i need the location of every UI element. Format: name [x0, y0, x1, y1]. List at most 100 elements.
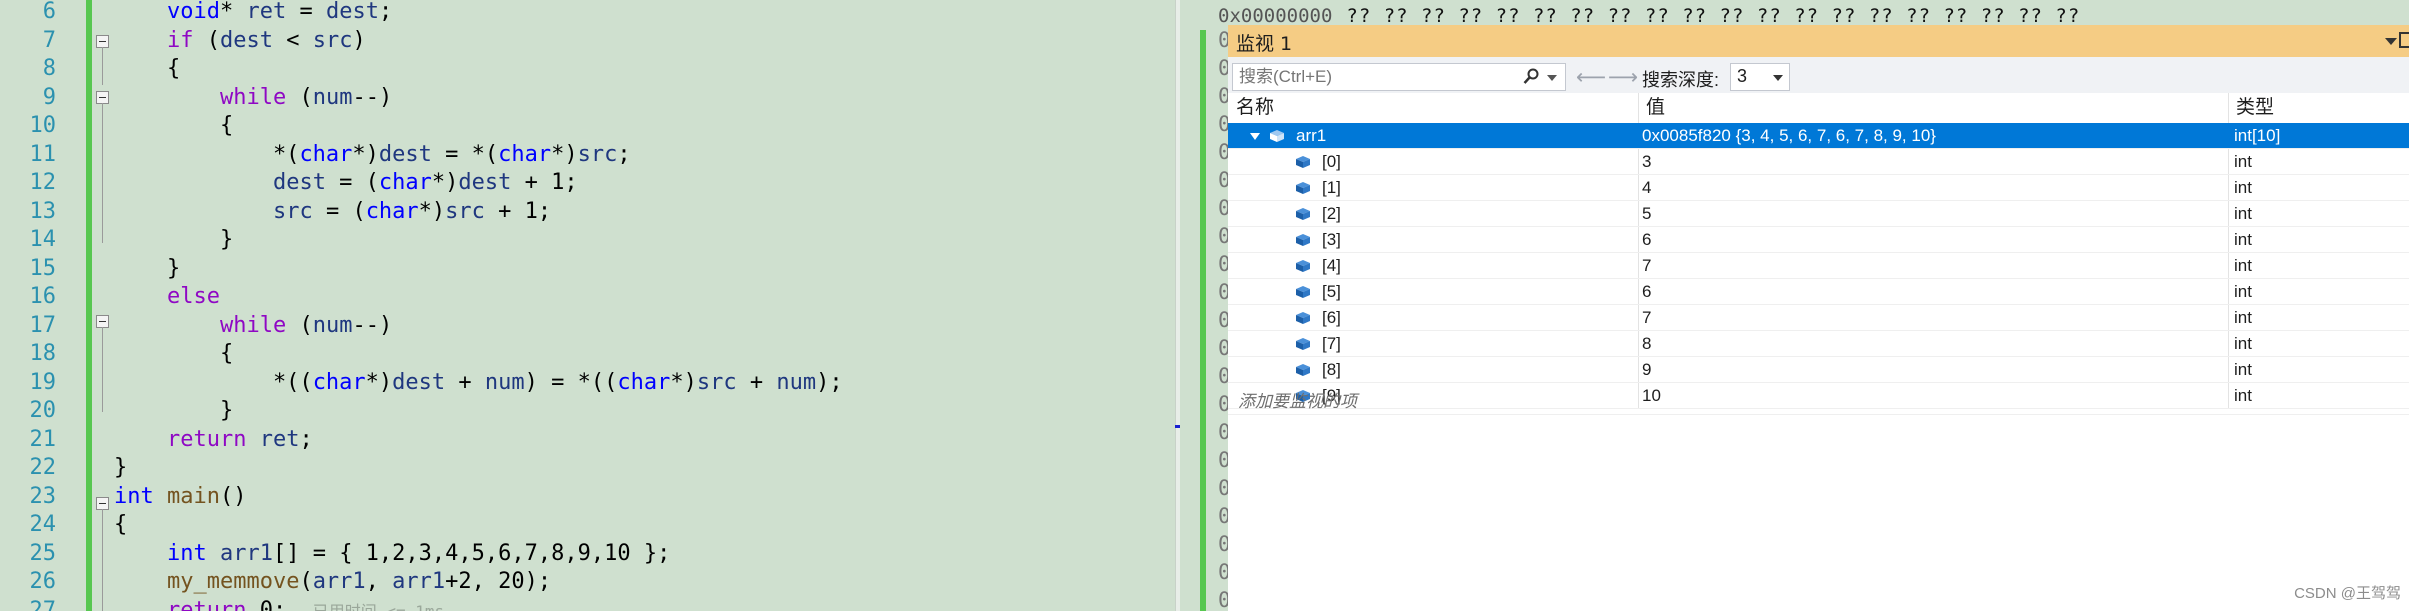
watch-cell-type: int: [2234, 282, 2252, 301]
search-options-dropdown-icon[interactable]: [1547, 75, 1557, 81]
chevron-down-icon[interactable]: [1773, 75, 1783, 81]
code-line[interactable]: void* ret = dest;: [114, 0, 392, 26]
line-number: 22: [29, 455, 57, 480]
fold-guide: [102, 47, 103, 85]
watch-cell-value[interactable]: 3: [1638, 149, 2232, 175]
watch-cell-type: int: [2234, 230, 2252, 249]
search-depth-label: 搜索深度:: [1642, 70, 1720, 90]
fold-guide: [102, 509, 103, 611]
code-line[interactable]: while (num--): [114, 312, 392, 340]
code-line[interactable]: }: [114, 255, 180, 283]
watch-grid[interactable]: 名称 值 类型 arr1 0x0085f820 {3, 4, 5, 6, 7, …: [1228, 93, 2409, 611]
code-line[interactable]: {: [114, 112, 233, 140]
watch-cell-name: [2]: [1322, 204, 1341, 223]
watch-cell-value[interactable]: 8: [1638, 331, 2232, 357]
memory-address: 0x00000000: [1218, 5, 1333, 27]
code-line[interactable]: return 0; 已用时间 <= 1ms: [114, 597, 444, 611]
code-line[interactable]: int arr1[] = { 1,2,3,4,5,6,7,8,9,10 };: [114, 540, 670, 568]
code-line[interactable]: }: [114, 226, 233, 254]
watch-cell-type: int: [2234, 204, 2252, 223]
watch-cell-name: [1]: [1322, 178, 1341, 197]
column-header-type[interactable]: 类型: [2228, 93, 2409, 123]
watch-cell-value[interactable]: 5: [1638, 201, 2232, 227]
code-line[interactable]: my_memmove(arr1, arr1+2, 20);: [114, 568, 551, 596]
code-line[interactable]: }: [114, 454, 127, 482]
watch-cell-value[interactable]: 7: [1638, 253, 2232, 279]
watch-cell-name: [0]: [1322, 152, 1341, 171]
watch-cell-type: int: [2234, 178, 2252, 197]
line-number: 23: [29, 483, 57, 509]
code-line[interactable]: }: [114, 397, 233, 425]
maximize-icon[interactable]: [2399, 32, 2409, 48]
watch-row-element[interactable]: [3] 6 int: [1228, 227, 2409, 253]
line-number: 21: [29, 426, 57, 452]
search-depth-value: 3: [1737, 66, 1748, 86]
search-previous-icon[interactable]: ⟵: [1576, 65, 1606, 89]
fold-guide: [102, 103, 103, 243]
column-header-name[interactable]: 名称: [1228, 93, 1638, 123]
code-line[interactable]: else: [114, 283, 220, 311]
editor-vertical-scrollbar[interactable]: [1175, 0, 1180, 611]
search-next-icon[interactable]: ⟶: [1608, 65, 1638, 89]
search-box[interactable]: [1232, 63, 1566, 91]
line-number: 13: [29, 198, 57, 224]
line-number: 27: [29, 597, 57, 611]
watch-cell-type: int[10]: [2234, 126, 2281, 145]
line-number: 9: [42, 84, 56, 110]
line-number: 12: [29, 170, 57, 195]
code-line[interactable]: {: [114, 340, 233, 368]
code-line[interactable]: *(char*)dest = *(char*)src;: [114, 141, 631, 169]
fold-guide: [102, 327, 103, 412]
add-watch-row[interactable]: 添加要监视的项: [1228, 389, 2409, 415]
column-header-value[interactable]: 值: [1638, 93, 2228, 123]
watch-row-arr1[interactable]: arr1 0x0085f820 {3, 4, 5, 6, 7, 6, 7, 8,…: [1228, 123, 2409, 149]
line-number-gutter: 6 7 8 9 10 11 12 13 14 15 16 17 18 19 20 21 22 23 24 25 26 27: [0, 0, 70, 611]
watch-cell-value[interactable]: 0x0085f820 {3, 4, 5, 6, 7, 6, 7, 8, 9, 1…: [1638, 123, 2232, 149]
memory-top-row: 0x00000000 ?? ?? ?? ?? ?? ?? ?? ?? ?? ?? …: [1218, 5, 2080, 27]
line-number: 17: [29, 312, 57, 338]
watch-cell-type: int: [2234, 360, 2252, 379]
search-icon[interactable]: [1523, 68, 1539, 86]
search-input[interactable]: [1237, 66, 1521, 88]
code-line[interactable]: {: [114, 55, 180, 83]
line-number: 8: [42, 56, 56, 81]
watch-row-element[interactable]: [1] 4 int: [1228, 175, 2409, 201]
code-line[interactable]: while (num--): [114, 84, 392, 112]
code-line[interactable]: dest = (char*)dest + 1;: [114, 169, 578, 197]
watch-cell-type: int: [2234, 256, 2252, 275]
scrollbar-caret-marker: [1175, 425, 1180, 428]
watch-cell-value[interactable]: 4: [1638, 175, 2232, 201]
add-watch-placeholder[interactable]: 添加要监视的项: [1228, 389, 1648, 415]
watch-row-element[interactable]: [5] 6 int: [1228, 279, 2409, 305]
watch-title-bar[interactable]: 监视 1: [1228, 25, 2409, 57]
search-depth-select[interactable]: 3: [1730, 63, 1790, 91]
watch-row-element[interactable]: [0] 3 int: [1228, 149, 2409, 175]
watch-cell-name: [5]: [1322, 282, 1341, 301]
watch-cell-value[interactable]: 7: [1638, 305, 2232, 331]
watermark: CSDN @王驾驾: [2294, 585, 2401, 602]
watch-row-element[interactable]: [2] 5 int: [1228, 201, 2409, 227]
code-line[interactable]: src = (char*)src + 1;: [114, 198, 551, 226]
watch-row-element[interactable]: [7] 8 int: [1228, 331, 2409, 357]
watch-row-element[interactable]: [6] 7 int: [1228, 305, 2409, 331]
watch-row-element[interactable]: [4] 7 int: [1228, 253, 2409, 279]
watch-cell-name: [7]: [1322, 334, 1341, 353]
watch-cell-value[interactable]: 6: [1638, 227, 2232, 253]
window-menu-dropdown-icon[interactable]: [2385, 38, 2397, 45]
code-line[interactable]: if (dest < src): [114, 27, 366, 55]
watch-cell-name: [3]: [1322, 230, 1341, 249]
line-number: 25: [29, 540, 57, 566]
watch-cell-value[interactable]: 9: [1638, 357, 2232, 383]
code-line[interactable]: return ret;: [114, 426, 313, 454]
code-line[interactable]: *((char*)dest + num) = *((char*)src + nu…: [114, 369, 843, 397]
watch-title: 监视 1: [1236, 33, 1293, 55]
code-editor[interactable]: 6 7 8 9 10 11 12 13 14 15 16 17 18 19 20 21 22 23 24 25 26 27…: [0, 0, 1180, 611]
watch-window[interactable]: 监视 1 ⟵ ⟶ 搜索深度: 3 名称 值 类型: [1228, 25, 2409, 611]
code-line[interactable]: {: [114, 511, 127, 539]
watch-toolbar: ⟵ ⟶ 搜索深度: 3: [1228, 57, 2409, 93]
watch-cell-name: arr1: [1296, 126, 1327, 145]
code-line[interactable]: int main(): [114, 483, 246, 511]
line-number: 14: [29, 227, 57, 252]
watch-cell-value[interactable]: 6: [1638, 279, 2232, 305]
watch-row-element[interactable]: [8] 9 int: [1228, 357, 2409, 383]
